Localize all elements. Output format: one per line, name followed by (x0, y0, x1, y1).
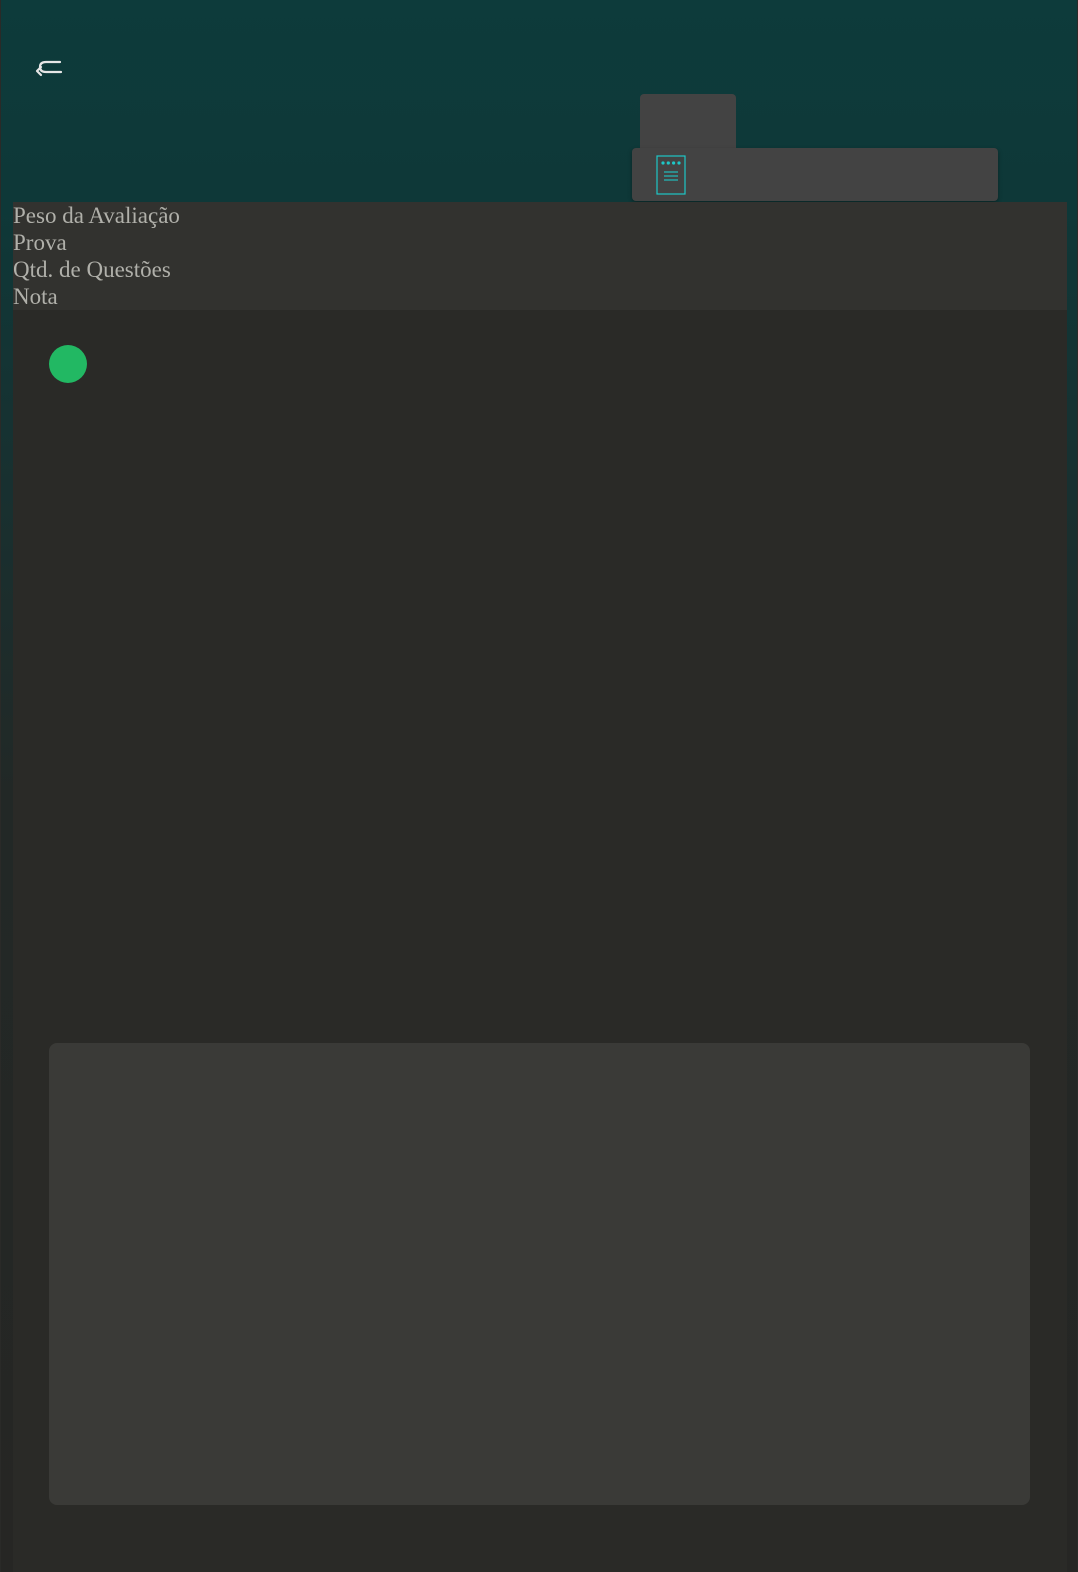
back-button[interactable] (30, 52, 70, 84)
left-edge (0, 0, 1, 1572)
return-arrow-icon (35, 60, 63, 77)
document-icon (656, 155, 686, 195)
label-qtd-questoes: Qtd. de Questões (13, 257, 171, 282)
label-prova: Prova (13, 230, 67, 255)
label-peso-avaliacao: Peso da Avaliação (13, 203, 180, 228)
info-header: Peso da Avaliação Prova Qtd. de Questões… (13, 202, 1067, 310)
tab-small[interactable] (640, 94, 736, 148)
label-nota: Nota (13, 284, 58, 309)
content-area (13, 310, 1067, 1572)
status-indicator (49, 345, 87, 383)
content-card (49, 1043, 1030, 1505)
tab-panel[interactable] (632, 148, 998, 201)
